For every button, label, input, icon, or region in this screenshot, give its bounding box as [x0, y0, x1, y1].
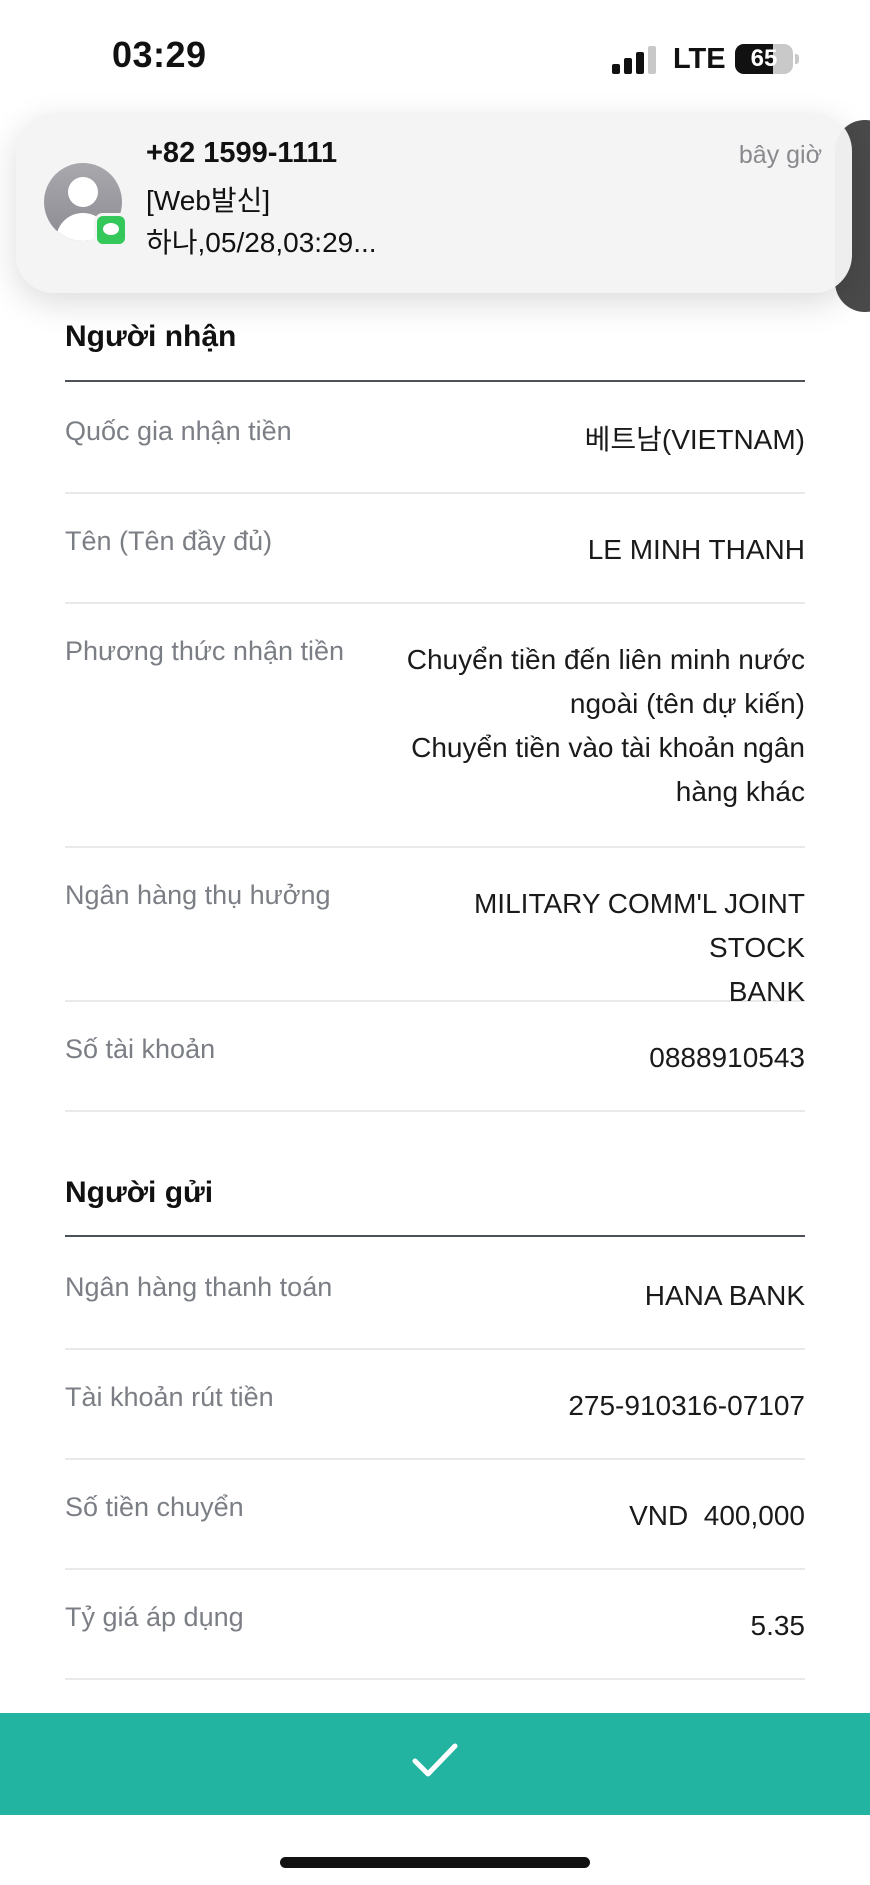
- recipient-section-divider: [65, 380, 805, 382]
- row-transfer-amount: Số tiền chuyển VND 400,000: [65, 1492, 805, 1570]
- notification-body: 하나,05/28,03:29...: [146, 227, 377, 258]
- notification-sender: +82 1599-1111: [146, 137, 338, 169]
- row-exchange-rate: Tỷ giá áp dụng 5.35: [65, 1602, 805, 1680]
- row-value: Chuyển tiền đến liên minh nước ngoài (tê…: [375, 638, 805, 814]
- battery-cap: [795, 54, 799, 64]
- row-recipient-name: Tên (Tên đầy đủ) LE MINH THANH: [65, 526, 805, 604]
- row-label: Ngân hàng thụ hưởng: [65, 880, 331, 910]
- message-notification-banner[interactable]: +82 1599-1111 [Web발신] 하나,05/28,03:29... …: [16, 113, 852, 293]
- sender-section-title: Người gửi: [65, 1176, 214, 1209]
- confirm-button[interactable]: [0, 1713, 870, 1815]
- row-value: 0888910543: [649, 1042, 805, 1073]
- value-line: Chuyển tiền vào tài khoản ngân: [411, 732, 805, 763]
- row-label: Ngân hàng thanh toán: [65, 1272, 333, 1302]
- sender-section-divider: [65, 1235, 805, 1237]
- check-icon: [412, 1743, 458, 1777]
- battery-icon: 65: [735, 44, 793, 74]
- row-value: HANA BANK: [644, 1280, 805, 1311]
- notification-time: bây giờ: [738, 141, 822, 169]
- row-value: LE MINH THANH: [587, 534, 805, 565]
- row-label: Số tiền chuyển: [65, 1492, 244, 1522]
- status-bar: 03:29 LTE 65: [0, 0, 870, 112]
- row-label: Tỷ giá áp dụng: [65, 1602, 244, 1632]
- row-value: 275-910316-07107: [568, 1390, 805, 1421]
- battery-level: 65: [750, 45, 778, 72]
- row-value: 베트남(VIETNAM): [584, 424, 805, 455]
- row-receiving-country: Quốc gia nhận tiền 베트남(VIETNAM): [65, 416, 805, 494]
- row-receiving-method: Phương thức nhận tiền Chuyển tiền đến li…: [65, 636, 805, 848]
- value-line: ngoài (tên dự kiến): [569, 688, 805, 719]
- row-label: Tài khoản rút tiền: [65, 1382, 274, 1412]
- value-line: hàng khác: [675, 776, 805, 807]
- screen: Người nhận Quốc gia nhận tiền 베트남(VIETNA…: [0, 0, 870, 1885]
- row-paying-bank: Ngân hàng thanh toán HANA BANK: [65, 1272, 805, 1350]
- network-type-label: LTE: [673, 43, 726, 75]
- row-label: Quốc gia nhận tiền: [65, 416, 292, 446]
- row-label: Phương thức nhận tiền: [65, 636, 345, 666]
- row-label: Số tài khoản: [65, 1034, 216, 1064]
- home-indicator[interactable]: [280, 1857, 590, 1868]
- row-withdrawal-account: Tài khoản rút tiền 275-910316-07107: [65, 1382, 805, 1460]
- notification-title: [Web발신]: [146, 185, 271, 216]
- cellular-signal-icon: [612, 46, 658, 74]
- status-time: 03:29: [112, 34, 207, 75]
- row-value: VND 400,000: [629, 1500, 805, 1531]
- row-account-number: Số tài khoản 0888910543: [65, 1034, 805, 1112]
- value-line: Chuyển tiền đến liên minh nước: [406, 644, 805, 675]
- value-line: MILITARY COMM'L JOINT STOCK: [473, 888, 805, 963]
- messages-icon: [94, 213, 128, 247]
- row-label: Tên (Tên đầy đủ): [65, 526, 273, 556]
- row-value: 5.35: [750, 1610, 806, 1641]
- row-value: MILITARY COMM'L JOINT STOCK BANK: [375, 882, 805, 1014]
- row-beneficiary-bank: Ngân hàng thụ hưởng MILITARY COMM'L JOIN…: [65, 880, 805, 1007]
- value-line: BANK: [728, 976, 805, 1007]
- recipient-section-title: Người nhận: [65, 320, 237, 353]
